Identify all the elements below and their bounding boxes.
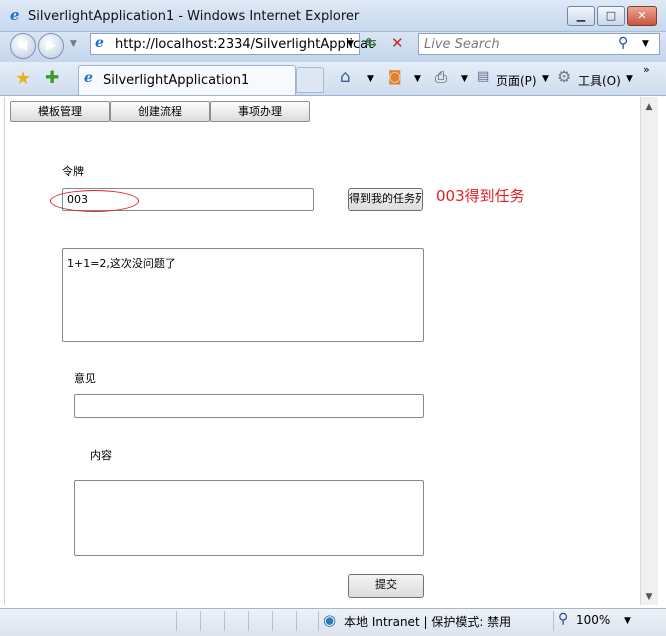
zoom-level[interactable]: 100% <box>576 613 610 627</box>
opinion-label: 意见 <box>74 372 96 385</box>
maximize-button[interactable]: □ <box>597 6 625 26</box>
tab-task-handling[interactable]: 事项办理 <box>210 101 310 122</box>
security-zone[interactable]: 本地 Intranet | 保护模式: 禁用 <box>344 613 511 630</box>
feeds-dropdown-icon[interactable]: ▼ <box>414 74 421 84</box>
zoom-icon[interactable]: ⚲ <box>558 611 568 627</box>
tools-menu-dropdown-icon[interactable]: ▼ <box>626 74 633 84</box>
tab-create-process[interactable]: 创建流程 <box>110 101 210 122</box>
status-divider <box>553 611 554 631</box>
scroll-up-icon[interactable]: ▲ <box>640 99 658 115</box>
status-divider <box>296 611 297 631</box>
page-menu-icon[interactable]: ▤ <box>477 69 489 84</box>
search-icon[interactable]: ⚲ <box>618 35 628 51</box>
history-dropdown-icon[interactable]: ▼ <box>70 39 77 49</box>
scroll-down-icon[interactable]: ▼ <box>640 589 658 605</box>
task-textarea[interactable]: 1+1=2,这次没问题了 <box>62 248 424 342</box>
page-menu[interactable]: 页面(P) <box>496 72 537 89</box>
close-button[interactable]: ✕ <box>627 6 657 26</box>
search-placeholder[interactable]: Live Search <box>424 37 500 52</box>
back-button[interactable]: ◀ <box>10 33 36 59</box>
status-divider <box>248 611 249 631</box>
window-title: SilverlightApplication1 - Windows Intern… <box>28 9 360 24</box>
tools-gear-icon[interactable]: ⚙ <box>557 67 571 86</box>
annotation-text: 003得到任务 <box>436 187 525 205</box>
add-favorite-icon[interactable]: ✚ <box>45 68 59 88</box>
page-icon: e <box>95 35 104 51</box>
zoom-dropdown-icon[interactable]: ▼ <box>624 616 631 626</box>
home-icon[interactable]: ⌂ <box>340 67 351 87</box>
address-dropdown-icon[interactable]: ▼ <box>347 39 354 49</box>
tab-page-icon: e <box>84 70 93 86</box>
token-label: 令牌 <box>62 165 84 178</box>
status-divider <box>272 611 273 631</box>
annotation-ellipse <box>50 190 139 212</box>
forward-button[interactable]: ▶ <box>38 33 64 59</box>
home-dropdown-icon[interactable]: ▼ <box>367 74 374 84</box>
stop-icon[interactable]: ✕ <box>391 34 404 52</box>
opinion-input[interactable] <box>74 394 424 418</box>
tools-menu[interactable]: 工具(O) <box>578 72 621 89</box>
status-divider <box>200 611 201 631</box>
tab-template-management[interactable]: 模板管理 <box>10 101 110 122</box>
get-tasks-button[interactable]: 得到我的任务列 <box>348 188 423 211</box>
feeds-icon[interactable]: ◙ <box>388 69 402 85</box>
new-tab-button[interactable] <box>296 67 324 93</box>
content-label: 内容 <box>90 449 112 462</box>
forward-arrow-icon: ▶ <box>46 38 56 53</box>
status-divider <box>318 611 319 631</box>
refresh-icon[interactable]: ⇆ <box>365 35 377 51</box>
search-dropdown-icon[interactable]: ▼ <box>642 39 649 49</box>
task-text: 1+1=2,这次没问题了 <box>67 257 176 270</box>
intranet-globe-icon: ◉ <box>323 611 337 629</box>
address-text[interactable]: http://localhost:2334/SilverlightApplica… <box>115 37 373 52</box>
submit-button[interactable]: 提交 <box>348 574 424 598</box>
chevron-overflow-icon[interactable]: » <box>643 63 650 76</box>
tab-label[interactable]: SilverlightApplication1 <box>103 73 249 88</box>
page-menu-dropdown-icon[interactable]: ▼ <box>542 74 549 84</box>
print-dropdown-icon[interactable]: ▼ <box>461 74 468 84</box>
back-arrow-icon: ◀ <box>17 38 27 53</box>
status-divider <box>176 611 177 631</box>
content-textarea[interactable] <box>74 480 424 556</box>
minimize-button[interactable]: ▁ <box>567 6 595 26</box>
favorites-star-icon[interactable]: ★ <box>15 68 31 89</box>
print-icon[interactable]: ⎙ <box>435 68 447 86</box>
ie-logo-icon: e <box>10 6 20 24</box>
vertical-scrollbar[interactable] <box>640 97 658 605</box>
status-divider <box>224 611 225 631</box>
